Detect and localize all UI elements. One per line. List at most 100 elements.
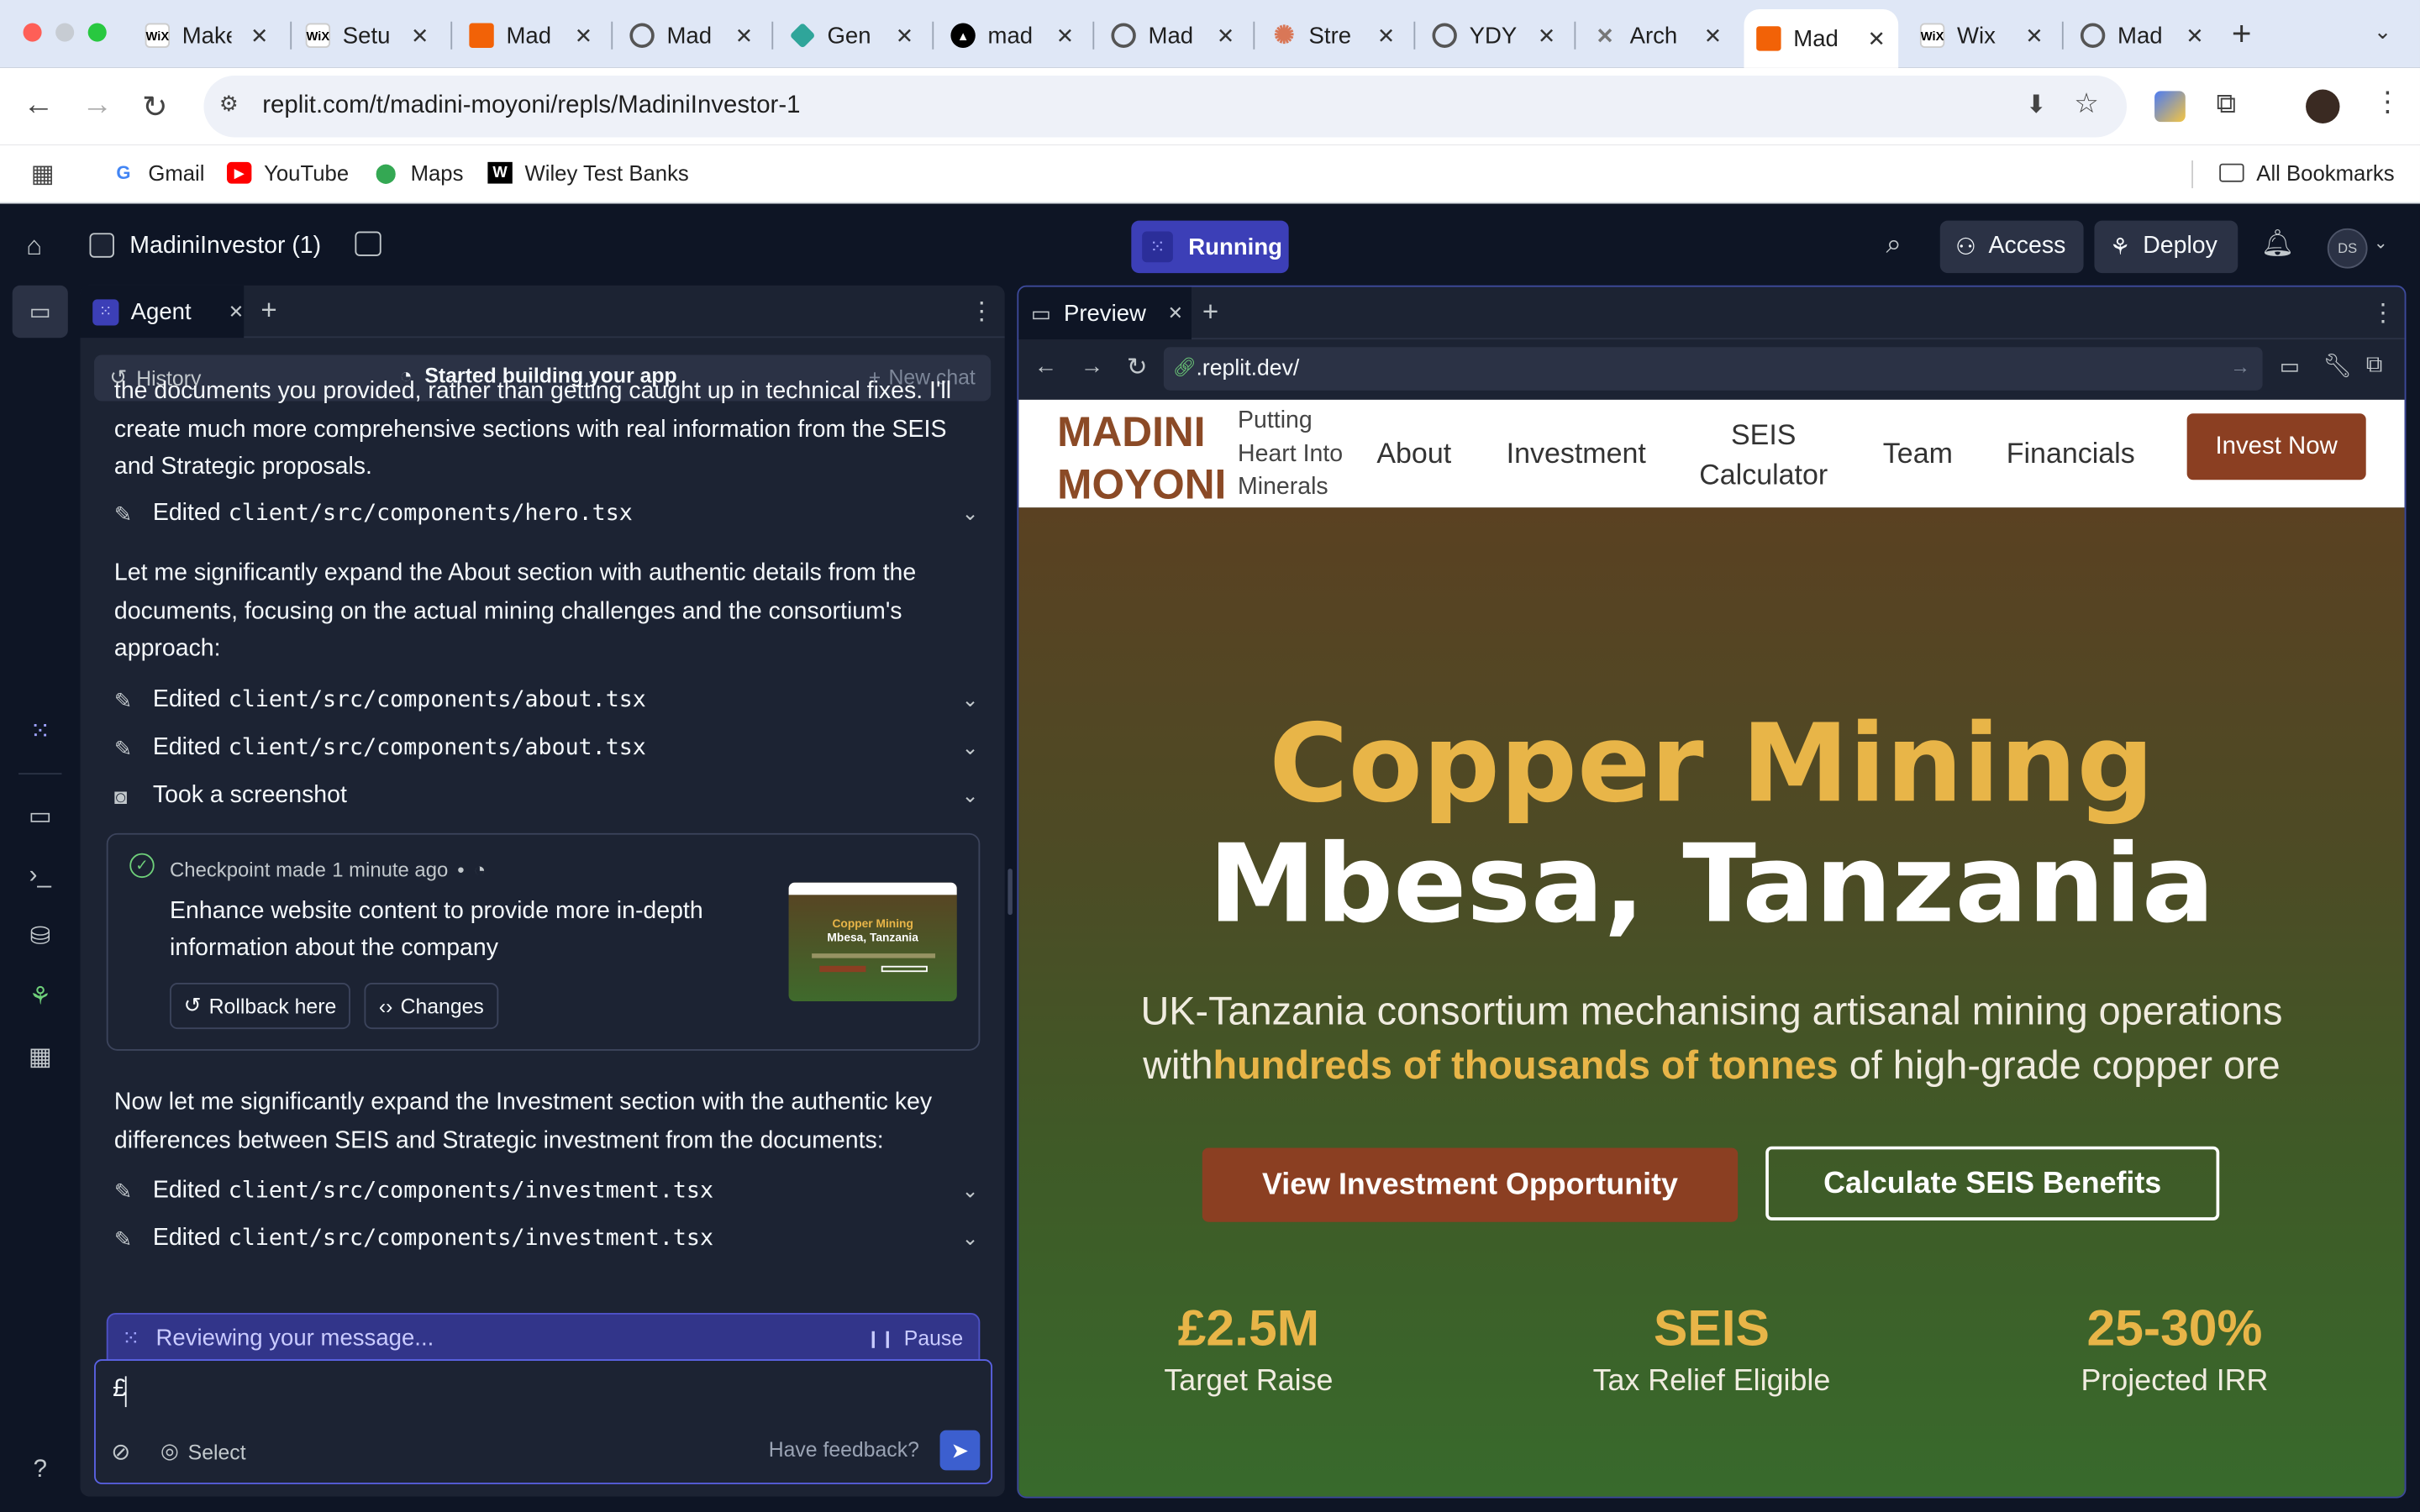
panel-menu-icon[interactable]: ⋮ (2370, 297, 2395, 328)
close-tab-icon[interactable]: ✕ (1377, 23, 1396, 49)
webview-icon[interactable]: ▭ (24, 801, 55, 832)
close-tab-icon[interactable]: ✕ (229, 301, 244, 323)
nav-link-financials[interactable]: Financials (2007, 437, 2135, 470)
browser-tab[interactable]: WiX Setu ✕ (293, 9, 441, 61)
invest-now-button[interactable]: Invest Now (2186, 413, 2366, 480)
close-tab-icon[interactable]: ✕ (1867, 25, 1886, 51)
new-tab-plus-icon[interactable]: + (260, 295, 276, 328)
tab-preview[interactable]: ▭ Preview ✕ (1018, 286, 1192, 340)
bookmark-wiley[interactable]: W Wiley Test Banks (487, 160, 689, 185)
close-tab-icon[interactable]: ✕ (896, 23, 914, 49)
browser-tab[interactable]: Mad ✕ (457, 9, 605, 61)
install-app-icon[interactable]: ⬇ (2026, 90, 2047, 121)
forward-icon[interactable]: → (82, 88, 113, 123)
browser-tab[interactable]: YDY ✕ (1420, 9, 1568, 61)
site-logo[interactable]: MADINI MOYONI (1057, 406, 1226, 511)
devtools-wrench-icon[interactable]: 🔧︎ (2323, 352, 2352, 380)
attach-paperclip-icon[interactable]: ⊘ (111, 1438, 130, 1466)
bookmark-gmail[interactable]: G Gmail (111, 160, 204, 185)
rollback-button[interactable]: ↺ Rollback here (170, 982, 350, 1030)
pause-button[interactable]: ❙❙ Pause (866, 1327, 963, 1351)
preview-reload-icon[interactable]: ↻ (1127, 352, 1148, 383)
close-tab-icon[interactable]: ✕ (2025, 23, 2044, 49)
bookmark-maps[interactable]: ⬤ Maps (373, 160, 464, 185)
home-icon[interactable]: ⌂ (26, 232, 42, 263)
view-investment-button[interactable]: View Investment Opportunity (1202, 1147, 1739, 1222)
close-tab-icon[interactable]: ✕ (735, 23, 754, 49)
shell-icon[interactable]: ›_ (24, 861, 55, 892)
edit-item-hero[interactable]: ✎ Edited client/src/components/hero.tsx … (114, 496, 979, 533)
chevron-down-icon[interactable]: ⌄ (961, 784, 978, 808)
help-icon[interactable]: ? (24, 1455, 55, 1486)
chevron-down-icon[interactable]: ⌄ (961, 1179, 978, 1203)
address-bar[interactable]: ⚙ replit.com/t/madini-moyoni/repls/Madin… (203, 75, 2128, 138)
browser-tab[interactable]: WiX Make ✕ (133, 9, 281, 61)
site-settings-icon[interactable]: ⚙ (219, 91, 239, 117)
notifications-bell-icon[interactable]: 🔔︎ (2261, 228, 2295, 260)
changes-button[interactable]: ‹› Changes (364, 982, 499, 1030)
files-panel-icon[interactable]: ▭ (12, 285, 68, 339)
extension-icon[interactable] (2154, 91, 2186, 123)
chevron-down-icon[interactable]: ⌄ (961, 1226, 978, 1251)
browser-tab[interactable]: ✕ Arch ✕ (1581, 9, 1735, 61)
preview-forward-icon[interactable]: → (1081, 354, 1104, 380)
calculate-seis-button[interactable]: Calculate SEIS Benefits (1765, 1146, 2220, 1221)
close-tab-icon[interactable]: ✕ (1168, 302, 1183, 324)
nav-link-about[interactable]: About (1376, 437, 1451, 470)
edit-item-investment[interactable]: ✎ Edited client/src/components/investmen… (114, 1173, 979, 1210)
bookmark-star-icon[interactable]: ☆ (2074, 88, 2099, 121)
feedback-link[interactable]: Have feedback? (769, 1438, 919, 1462)
close-window-button[interactable] (23, 23, 42, 42)
database-icon[interactable]: ⛁ (24, 921, 55, 953)
back-icon[interactable]: ← (24, 88, 55, 123)
nav-link-investment[interactable]: Investment (1507, 437, 1646, 470)
browser-tab[interactable]: ▲ mad ✕ (939, 9, 1086, 61)
panel-menu-icon[interactable]: ⋮ (969, 297, 993, 328)
bookmark-youtube[interactable]: ▶ YouTube (226, 160, 349, 185)
zoom-window-button[interactable] (87, 23, 107, 42)
edit-item-investment[interactable]: ✎ Edited client/src/components/investmen… (114, 1221, 979, 1257)
browser-tab[interactable]: WiX Wix ✕ (1907, 9, 2055, 61)
search-icon[interactable]: ⌕ (1886, 228, 1902, 261)
agent-input-box[interactable]: £ ⊘ ◎ Select Have feedback? ➤ (94, 1359, 993, 1484)
close-tab-icon[interactable]: ✕ (250, 23, 269, 49)
deployments-icon[interactable]: ⚘ (24, 981, 55, 1012)
browser-tab[interactable]: Mad ✕ (1099, 9, 1247, 61)
edit-item-about[interactable]: ✎ Edited client/src/components/about.tsx… (114, 730, 979, 767)
project-menu-icon[interactable] (355, 231, 381, 256)
chevron-down-icon[interactable]: ⌄ (961, 688, 978, 712)
browser-tab[interactable]: ✺ Stre ✕ (1260, 9, 1407, 61)
minimize-window-button[interactable] (55, 23, 75, 42)
close-tab-icon[interactable]: ✕ (2186, 23, 2204, 49)
go-arrow-icon[interactable]: → (2230, 354, 2250, 378)
tab-search-chevron-icon[interactable]: ⌄ (2374, 18, 2392, 45)
close-tab-icon[interactable]: ✕ (1704, 23, 1723, 49)
close-tab-icon[interactable]: ✕ (1217, 23, 1235, 49)
close-tab-icon[interactable]: ✕ (575, 23, 593, 49)
close-tab-icon[interactable]: ✕ (1538, 23, 1556, 49)
browser-tab-active[interactable]: Mad ✕ (1744, 9, 1899, 68)
select-element-button[interactable]: ◎ Select (160, 1440, 246, 1464)
open-new-window-icon[interactable]: ⧉ (2366, 352, 2383, 378)
chevron-down-icon[interactable]: ⌄ (961, 736, 978, 760)
all-bookmarks-button[interactable]: All Bookmarks (2219, 160, 2395, 185)
project-name[interactable]: MadiniInvestor (1) (129, 233, 321, 260)
browser-tab[interactable]: Mad ✕ (618, 9, 765, 61)
screenshot-item[interactable]: ◙ Took a screenshot ⌄ (114, 778, 979, 815)
browser-tab[interactable]: Gen ✕ (778, 9, 926, 61)
puzzle-icon[interactable]: ⧉ (2217, 88, 2237, 121)
new-tab-button[interactable]: + (2232, 14, 2252, 55)
chevron-down-icon[interactable]: ⌄ (961, 501, 978, 526)
user-avatar[interactable]: DS (2327, 228, 2368, 269)
new-tab-plus-icon[interactable]: + (1202, 297, 1218, 329)
panel-resize-handle[interactable] (1007, 869, 1013, 916)
nav-link-team[interactable]: Team (1883, 437, 1953, 470)
tab-agent[interactable]: ⁙ Agent ✕ (80, 285, 245, 339)
device-preview-icon[interactable]: ▭ (2280, 354, 2300, 380)
edit-item-about[interactable]: ✎ Edited client/src/components/about.tsx… (114, 682, 979, 719)
close-tab-icon[interactable]: ✕ (411, 23, 429, 49)
deploy-button[interactable]: ⚘ Deploy (2094, 220, 2238, 274)
apps-grid-icon[interactable]: ▦ (31, 159, 55, 190)
run-status-button[interactable]: ⁙ Running (1131, 220, 1289, 274)
agent-icon[interactable]: ⁙ (24, 716, 55, 747)
